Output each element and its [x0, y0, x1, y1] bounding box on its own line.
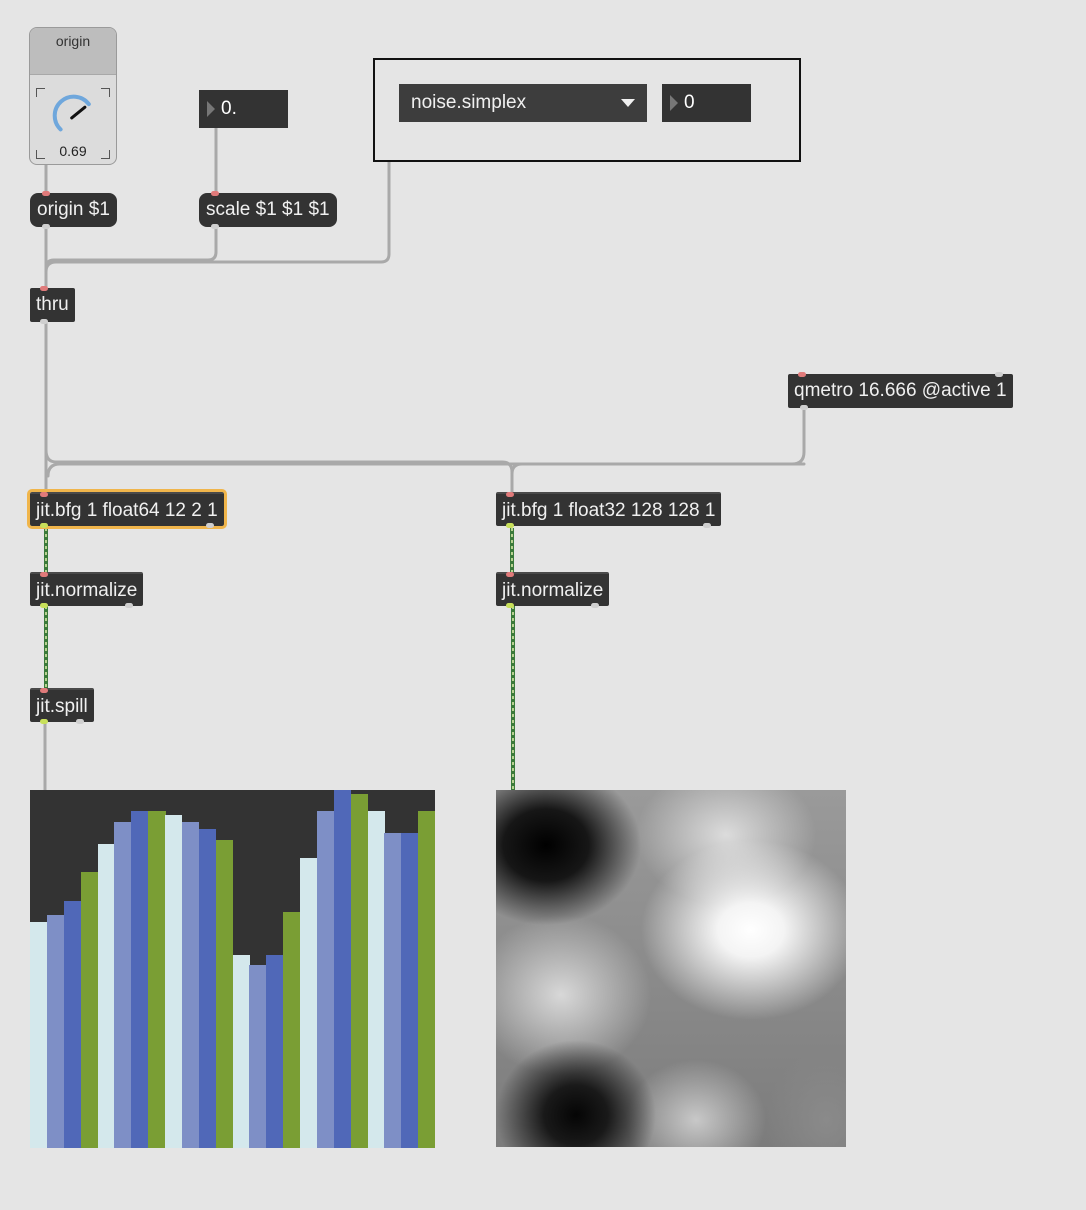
- dial-corner-mark: [36, 88, 45, 97]
- inlet[interactable]: [994, 372, 1003, 377]
- multislider-bar: [63, 901, 82, 1148]
- outlet[interactable]: [703, 523, 712, 528]
- dial-label: origin: [30, 28, 116, 75]
- bfg-right-object[interactable]: jit.bfg 1 float32 128 128 1: [496, 492, 722, 528]
- multislider-bar: [316, 811, 335, 1148]
- multislider-bar: [266, 955, 284, 1148]
- spill-text: jit.spill: [36, 696, 88, 717]
- outlet[interactable]: [211, 224, 219, 229]
- multislider-bar: [350, 794, 368, 1148]
- scale-message-text: scale $1 $1 $1: [206, 199, 330, 220]
- dial-value: 0.69: [59, 143, 87, 159]
- normalize-left-object[interactable]: jit.normalize: [30, 572, 144, 608]
- inlet[interactable]: [40, 572, 48, 577]
- outlet[interactable]: [506, 603, 514, 608]
- noise-type-selected: noise.simplex: [411, 92, 527, 113]
- multislider-bar: [114, 822, 132, 1148]
- multislider-bar: [367, 811, 385, 1148]
- multislider-bar: [46, 915, 65, 1148]
- menu-index-value: 0: [684, 92, 695, 113]
- multislider-display[interactable]: [30, 790, 435, 1148]
- origin-message-text: origin $1: [37, 199, 110, 220]
- noise-type-menu[interactable]: noise.simplex: [399, 84, 647, 122]
- dropdown-arrow-icon: [621, 99, 635, 107]
- inlet[interactable]: [506, 492, 514, 497]
- bfg-right-text: jit.bfg 1 float32 128 128 1: [502, 500, 716, 521]
- outlet[interactable]: [40, 523, 48, 528]
- multislider-bar: [333, 790, 352, 1148]
- bfg-left-text: jit.bfg 1 float64 12 2 1: [36, 500, 218, 521]
- multislider-bar: [249, 965, 267, 1148]
- inlet[interactable]: [40, 286, 48, 291]
- outlet[interactable]: [40, 603, 48, 608]
- inlet[interactable]: [506, 572, 514, 577]
- multislider-bar: [418, 811, 435, 1148]
- origin-message[interactable]: origin $1: [30, 191, 117, 229]
- menu-index-number-box[interactable]: 0: [662, 84, 751, 122]
- dial-knob-icon[interactable]: [48, 90, 100, 140]
- normalize-left-text: jit.normalize: [36, 580, 138, 601]
- outlet[interactable]: [205, 523, 214, 528]
- multislider-bar: [97, 844, 115, 1148]
- bfg-left-object[interactable]: jit.bfg 1 float64 12 2 1: [27, 489, 227, 529]
- multislider-bar: [30, 922, 48, 1148]
- multislider-bar: [401, 833, 419, 1148]
- inlet[interactable]: [40, 688, 48, 693]
- scale-message[interactable]: scale $1 $1 $1: [199, 191, 337, 229]
- multislider-bar: [131, 811, 149, 1148]
- spill-object[interactable]: jit.spill: [30, 688, 94, 724]
- multislider-bar: [300, 858, 318, 1148]
- thru-text: thru: [36, 294, 69, 315]
- inlet[interactable]: [798, 372, 806, 377]
- inlet[interactable]: [42, 191, 50, 196]
- outlet[interactable]: [125, 603, 134, 608]
- inlet[interactable]: [211, 191, 219, 196]
- number-triangle-icon: [207, 101, 215, 117]
- outlet[interactable]: [40, 719, 48, 724]
- multislider-bar: [198, 829, 217, 1148]
- multislider-bar: [148, 811, 166, 1148]
- outlet[interactable]: [506, 523, 514, 528]
- scale-number-value: 0.: [221, 98, 237, 119]
- multislider-bar: [283, 912, 301, 1148]
- multislider-bar: [165, 815, 183, 1148]
- dial-corner-mark: [101, 88, 110, 97]
- inlet[interactable]: [40, 492, 48, 497]
- noise-matrix-display: [496, 790, 846, 1147]
- normalize-right-text: jit.normalize: [502, 580, 604, 601]
- origin-dial[interactable]: origin 0.69: [29, 27, 117, 165]
- multislider-bar: [384, 833, 402, 1148]
- outlet[interactable]: [75, 719, 84, 724]
- multislider-bar: [215, 840, 233, 1148]
- thru-object[interactable]: thru: [30, 286, 75, 324]
- qmetro-object[interactable]: qmetro 16.666 @active 1: [788, 372, 1013, 410]
- multislider-bar: [80, 872, 98, 1148]
- outlet[interactable]: [42, 224, 50, 229]
- qmetro-text: qmetro 16.666 @active 1: [794, 380, 1007, 401]
- number-triangle-icon: [670, 95, 678, 111]
- outlet[interactable]: [591, 603, 600, 608]
- normalize-right-object[interactable]: jit.normalize: [496, 572, 610, 608]
- multislider-bar: [232, 955, 250, 1148]
- outlet[interactable]: [800, 405, 808, 410]
- multislider-bar: [181, 822, 200, 1148]
- scale-number-box[interactable]: 0.: [199, 90, 288, 128]
- outlet[interactable]: [40, 319, 48, 324]
